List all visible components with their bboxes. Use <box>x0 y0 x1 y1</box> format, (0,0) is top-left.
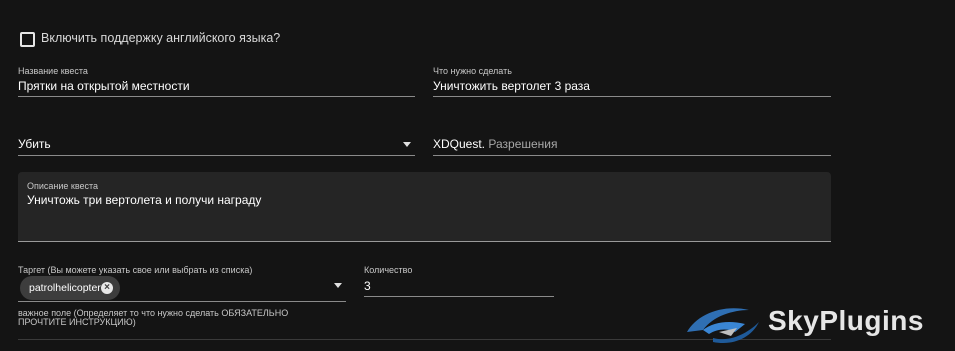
description-field[interactable]: Описание квеста Уничтожь три вертолета и… <box>18 172 831 242</box>
target-label: Таргет (Вы можете указать свое или выбра… <box>18 265 253 275</box>
quantity-underline <box>364 296 554 297</box>
permissions-prefix: XDQuest. <box>433 137 486 151</box>
target-helper-text: важное поле (Определяет то что нужно сде… <box>18 308 289 327</box>
todo-label: Что нужно сделать <box>433 66 512 76</box>
chevron-down-icon[interactable] <box>334 283 342 288</box>
chevron-down-icon[interactable] <box>403 142 411 147</box>
target-chip-label: patrolhelicopter <box>29 282 101 294</box>
english-support-label: Включить поддержку английского языка? <box>41 31 281 45</box>
quest-name-underline <box>18 96 415 97</box>
quantity-value[interactable]: 3 <box>364 279 371 293</box>
action-select-value[interactable]: Убить <box>18 137 51 151</box>
todo-underline <box>433 96 831 97</box>
close-icon[interactable]: × <box>101 282 113 294</box>
english-support-checkbox[interactable] <box>20 32 35 47</box>
permissions-underline <box>433 155 831 156</box>
target-underline <box>18 301 346 302</box>
quest-name-label: Название квеста <box>18 66 88 76</box>
description-value[interactable]: Уничтожь три вертолета и получи награду <box>27 193 261 207</box>
skyplugins-logo-icon <box>683 302 763 346</box>
quest-name-value[interactable]: Прятки на открытой местности <box>18 79 190 93</box>
action-select-underline <box>18 155 415 156</box>
todo-value[interactable]: Уничтожить вертолет 3 раза <box>433 79 590 93</box>
description-label: Описание квеста <box>27 181 99 191</box>
quantity-label: Количество <box>364 265 413 275</box>
permissions-placeholder: Разрешения <box>488 137 558 151</box>
watermark-text: SkyPlugins <box>768 305 924 336</box>
target-chip[interactable]: patrolhelicopter × <box>20 276 120 300</box>
permissions-input[interactable]: XDQuest. Разрешения <box>433 137 558 151</box>
